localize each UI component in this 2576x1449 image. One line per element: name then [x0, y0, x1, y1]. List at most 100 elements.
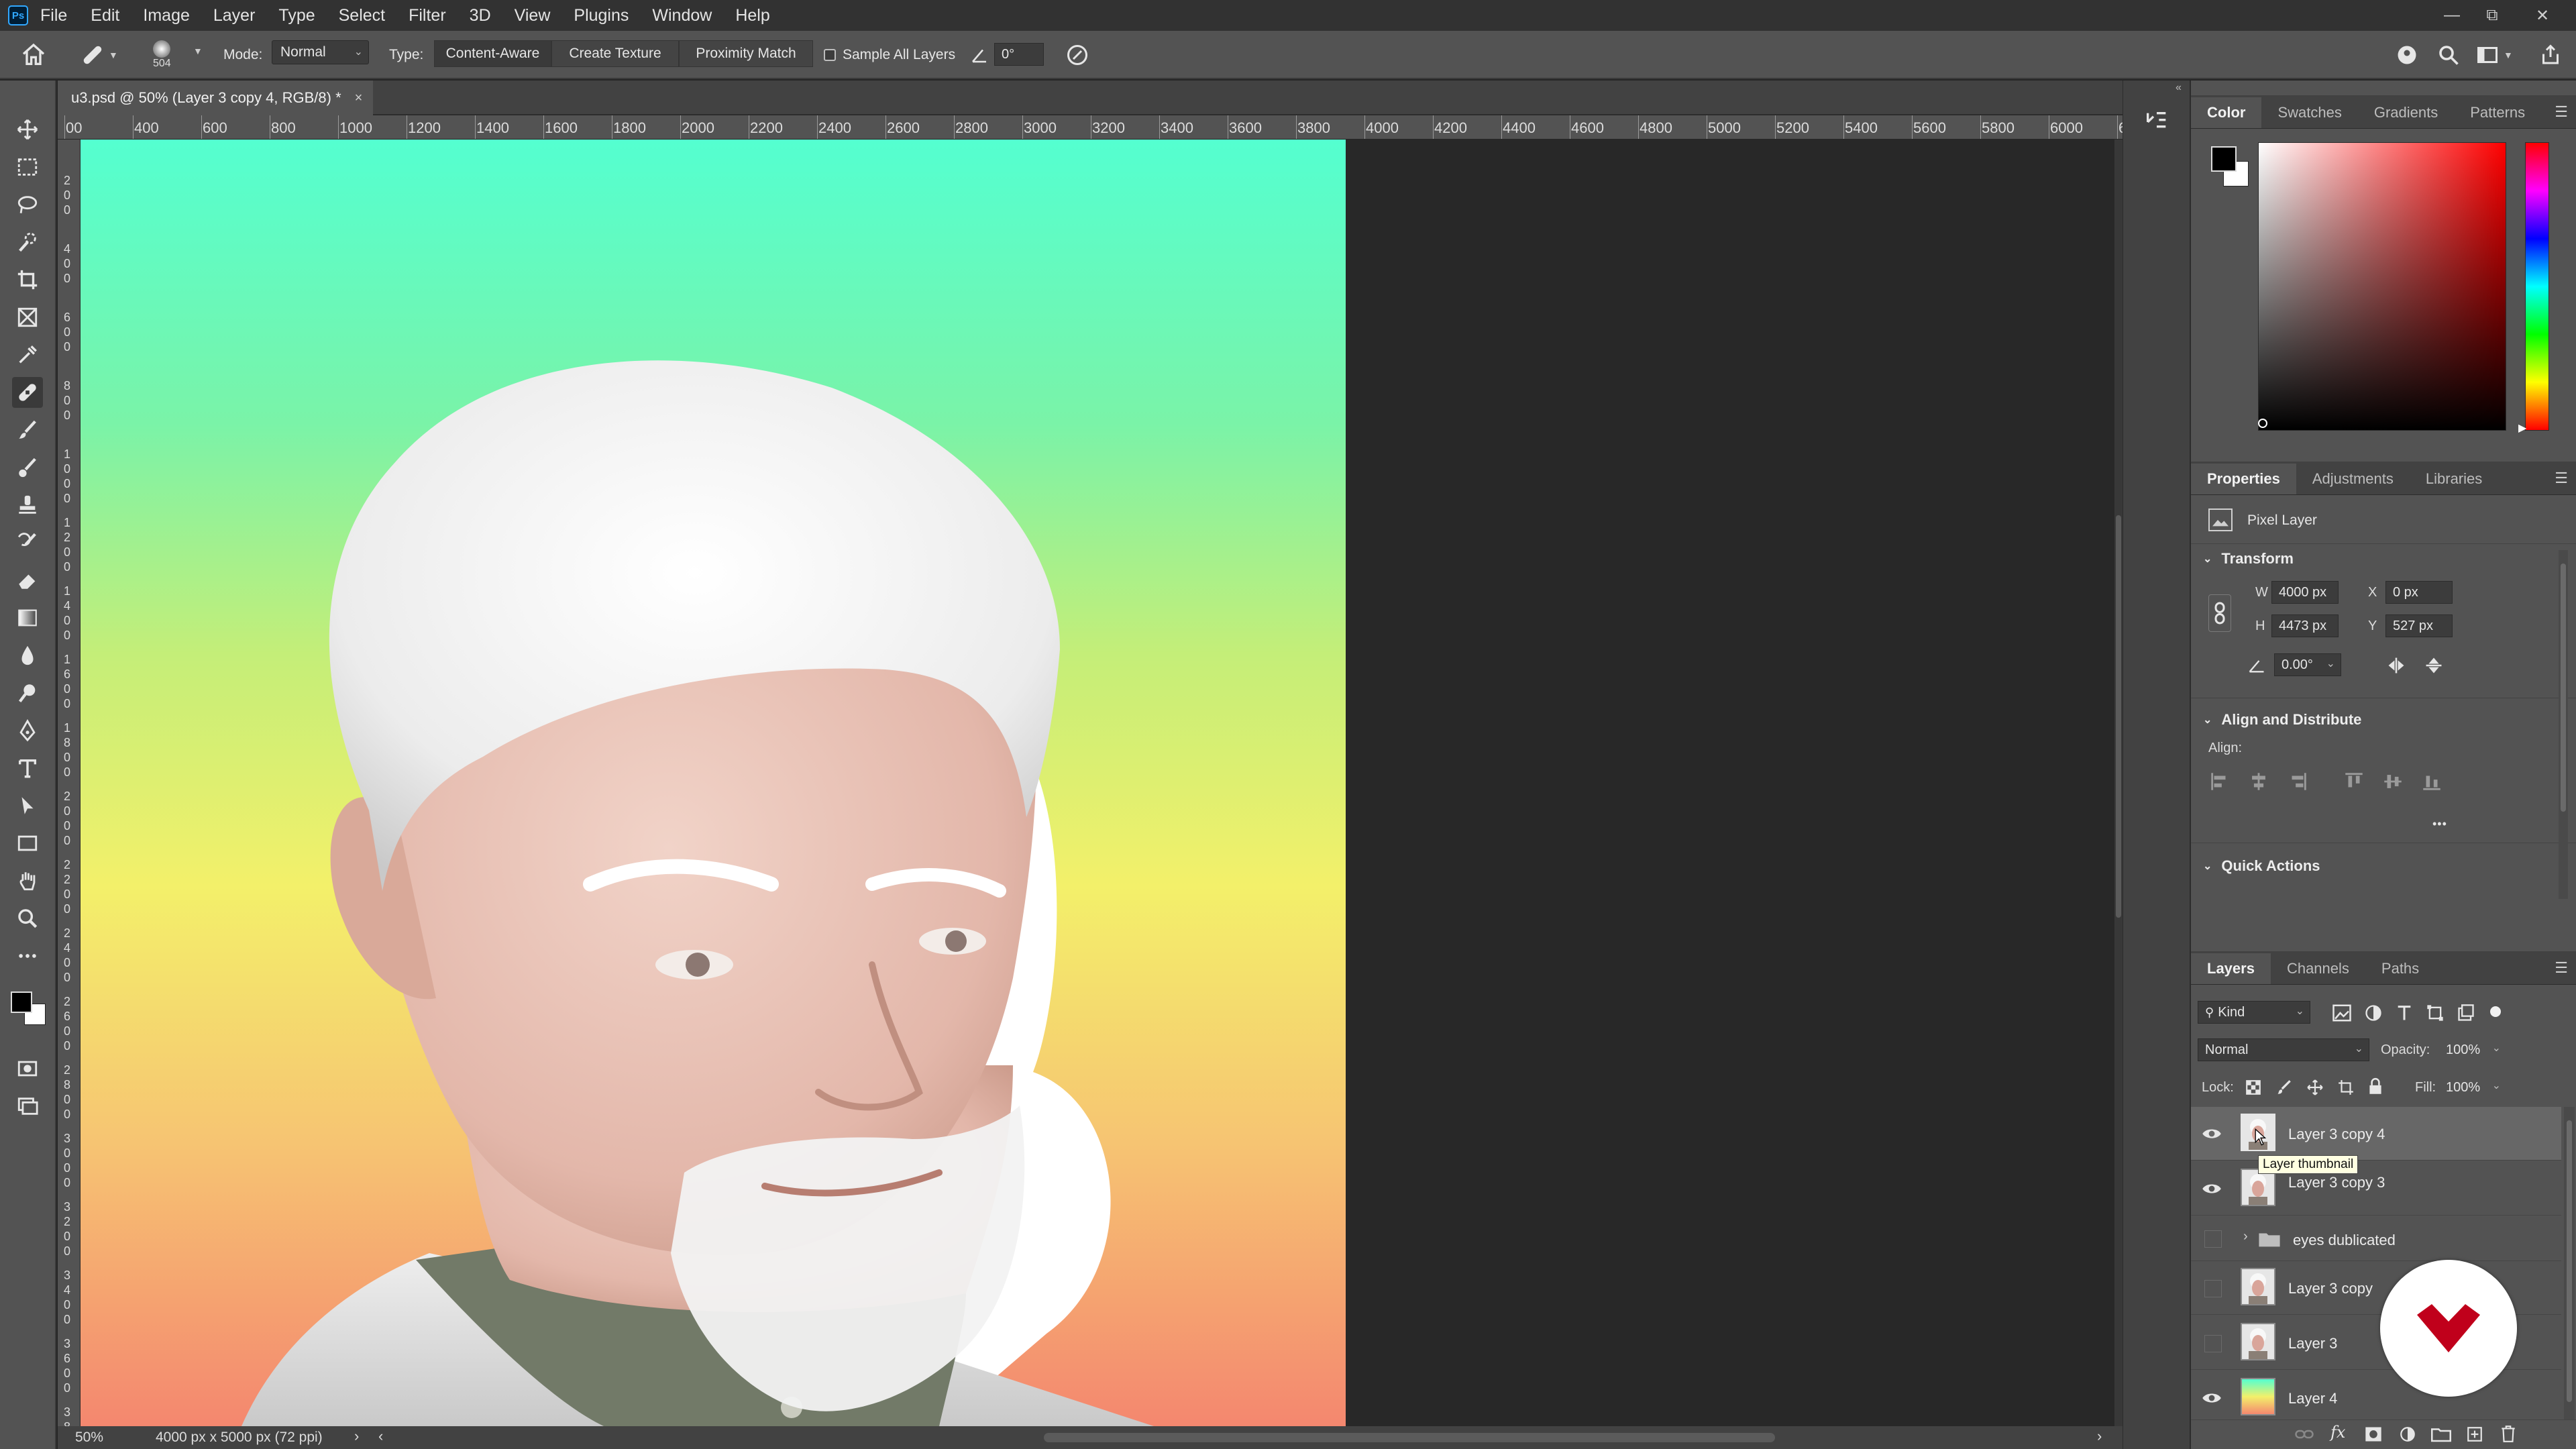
layer-row-eyes-dublicated[interactable]: › eyes dublicated [2191, 1217, 2561, 1261]
lock-transparent-pixels-icon[interactable] [2245, 1079, 2262, 1096]
color-picker-cursor[interactable] [2258, 419, 2267, 428]
quick-mask-icon[interactable] [12, 1053, 43, 1084]
create-texture-button[interactable]: Create Texture [551, 40, 679, 67]
close-tab-icon[interactable]: × [355, 91, 363, 106]
hue-slider-handle-icon[interactable]: ▶ [2518, 421, 2526, 435]
foreground-color-swatch[interactable] [11, 991, 32, 1013]
chevron-down-icon[interactable]: ⌄ [2326, 657, 2335, 670]
frame-tool-icon[interactable] [12, 302, 43, 333]
tab-paths[interactable]: Paths [2365, 953, 2435, 984]
lock-artboard-icon[interactable] [2337, 1079, 2355, 1096]
vertical-scrollbar[interactable] [2114, 140, 2123, 1426]
mode-select[interactable]: Normal ⌄ [272, 40, 369, 64]
menu-layer[interactable]: Layer [213, 6, 256, 25]
hue-slider[interactable] [2525, 142, 2549, 431]
layer-name[interactable]: Layer 3 [2288, 1335, 2337, 1352]
quick-selection-tool-icon[interactable] [12, 227, 43, 258]
visibility-toggle[interactable] [2204, 1335, 2222, 1352]
eyedropper-tool-icon[interactable] [12, 339, 43, 370]
visibility-eye-icon[interactable] [2200, 1181, 2223, 1197]
new-group-icon[interactable] [2431, 1426, 2451, 1443]
delete-layer-icon[interactable] [2500, 1424, 2517, 1443]
minimize-icon[interactable]: — [2432, 0, 2472, 31]
tab-properties[interactable]: Properties [2191, 464, 2296, 494]
flip-horizontal-icon[interactable] [2385, 656, 2407, 675]
menu-file[interactable]: File [40, 6, 67, 25]
proximity-match-button[interactable]: Proximity Match [679, 40, 813, 67]
align-vertical-centers-icon[interactable] [2381, 770, 2404, 793]
new-layer-icon[interactable] [2466, 1426, 2483, 1443]
lock-position-icon[interactable] [2306, 1079, 2324, 1096]
layer-thumbnail[interactable] [2241, 1268, 2275, 1305]
properties-scrollbar[interactable] [2559, 550, 2568, 899]
menu-type[interactable]: Type [278, 6, 315, 25]
tab-gradients[interactable]: Gradients [2358, 97, 2454, 128]
spot-healing-brush-tool-icon[interactable] [12, 377, 43, 408]
history-brush-tool-icon[interactable] [12, 527, 43, 558]
y-input[interactable]: 527 px [2385, 614, 2453, 637]
transform-section-header[interactable]: ⌄ Transform [2203, 550, 2294, 568]
screen-mode-icon[interactable] [12, 1091, 43, 1122]
layer-style-icon[interactable]: fx [2330, 1423, 2345, 1442]
link-layers-icon[interactable] [2294, 1426, 2314, 1443]
layer-row-layer-4[interactable]: Layer 4 [2191, 1371, 2561, 1422]
visibility-eye-icon[interactable] [2200, 1126, 2223, 1142]
layer-filter-select[interactable]: ⚲ Kind ⌄ [2198, 1001, 2310, 1024]
canvas-area[interactable] [80, 140, 2114, 1426]
visibility-toggle[interactable] [2204, 1280, 2222, 1297]
content-aware-button[interactable]: Content-Aware [434, 40, 551, 67]
lasso-tool-icon[interactable] [12, 189, 43, 220]
more-tools-icon[interactable] [12, 941, 43, 971]
healing-brush-preset-icon[interactable]: ▼ [79, 31, 118, 79]
pressure-size-icon[interactable] [1065, 31, 1089, 79]
filter-pixel-icon[interactable] [2332, 1004, 2352, 1022]
menu-plugins[interactable]: Plugins [574, 6, 629, 25]
color-swatches[interactable] [8, 982, 48, 1029]
scroll-left-icon[interactable]: ‹ [378, 1428, 383, 1445]
move-tool-icon[interactable] [12, 114, 43, 145]
align-left-edges-icon[interactable] [2208, 770, 2231, 793]
x-input[interactable]: 0 px [2385, 581, 2453, 604]
filter-shape-icon[interactable] [2426, 1004, 2445, 1022]
pen-tool-icon[interactable] [12, 715, 43, 746]
tab-patterns[interactable]: Patterns [2454, 97, 2541, 128]
horizontal-scroll-thumb[interactable] [1044, 1433, 1775, 1442]
opacity-input[interactable]: 100% ⌄ [2439, 1038, 2504, 1061]
vertical-ruler[interactable]: 2 0 0 4 0 0 6 0 0 8 0 0 1 0 0 0 1 2 0 0 1 4 0 … [58, 140, 80, 1426]
blur-tool-icon[interactable] [12, 640, 43, 671]
menu-edit[interactable]: Edit [91, 6, 119, 25]
eraser-tool-icon[interactable] [12, 565, 43, 596]
angle-input[interactable]: 0.00° ⌄ [2274, 653, 2341, 676]
align-horizontal-centers-icon[interactable] [2247, 770, 2270, 793]
gradient-tool-icon[interactable] [12, 602, 43, 633]
panel-menu-icon[interactable]: ☰ [2555, 103, 2568, 121]
align-top-edges-icon[interactable] [2343, 770, 2365, 793]
visibility-eye-icon[interactable] [2200, 1390, 2223, 1406]
panel-menu-icon[interactable]: ☰ [2555, 959, 2568, 977]
path-selection-tool-icon[interactable] [12, 790, 43, 821]
hand-tool-icon[interactable] [12, 865, 43, 896]
lock-all-icon[interactable] [2367, 1077, 2384, 1096]
filter-toggle-icon[interactable] [2490, 1006, 2501, 1017]
brush-size-picker[interactable]: 504 [153, 31, 171, 79]
panel-menu-icon[interactable]: ☰ [2555, 470, 2568, 487]
scroll-thumb[interactable] [2116, 515, 2121, 918]
status-arrow-icon[interactable]: › [354, 1428, 359, 1445]
layer-name[interactable]: Layer 4 [2288, 1390, 2337, 1407]
tab-libraries[interactable]: Libraries [2410, 464, 2498, 494]
menu-select[interactable]: Select [339, 6, 385, 25]
tab-channels[interactable]: Channels [2271, 953, 2365, 984]
align-section-header[interactable]: ⌄ Align and Distribute [2203, 711, 2361, 729]
layer-thumbnail[interactable] [2241, 1323, 2275, 1360]
history-panel-icon[interactable] [2143, 109, 2170, 136]
dodge-tool-icon[interactable] [12, 678, 43, 708]
blend-mode-select[interactable]: Normal ⌄ [2198, 1038, 2369, 1061]
align-bottom-edges-icon[interactable] [2420, 770, 2443, 793]
scroll-right-icon[interactable]: › [2097, 1428, 2102, 1445]
type-tool-icon[interactable] [12, 753, 43, 784]
angle-input[interactable]: 0° [994, 43, 1044, 66]
layer-name[interactable]: Layer 3 copy [2288, 1280, 2373, 1297]
height-input[interactable]: 4473 px [2271, 614, 2339, 637]
layer-name[interactable]: Layer 3 copy 3 [2288, 1174, 2385, 1191]
workspace-icon[interactable]: ▼ [2475, 31, 2513, 79]
